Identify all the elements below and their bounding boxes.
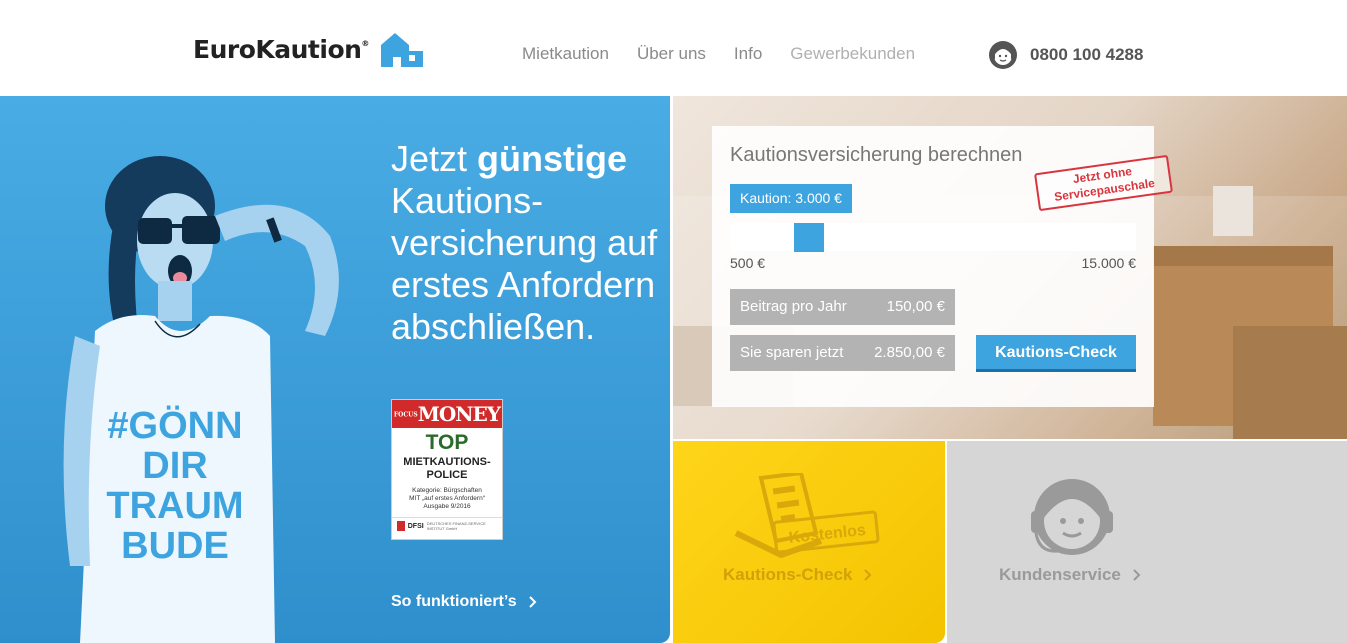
tshirt-line-1: #GÖNN bbox=[107, 404, 242, 447]
nav-gewerbekunden[interactable]: Gewerbekunden bbox=[790, 44, 915, 64]
house-logo-icon bbox=[380, 33, 423, 67]
tshirt-line-3: TRAUM bbox=[106, 485, 243, 527]
savings-label: Sie sparen jetzt bbox=[740, 344, 844, 361]
no-service-fee-stamp: Jetzt ohne Servicepauschale bbox=[1034, 154, 1173, 212]
kautions-check-tile-label: Kautions-Check bbox=[723, 565, 872, 585]
tshirt-line-4: BUDE bbox=[121, 525, 229, 567]
deposit-slider[interactable] bbox=[730, 223, 1136, 252]
dfsi-logo-icon bbox=[397, 521, 405, 531]
savings-value: 2.850,00 € bbox=[874, 344, 945, 361]
badge-top: TOP bbox=[425, 431, 469, 454]
phone-contact[interactable]: 0800 100 4288 bbox=[988, 40, 1143, 70]
kautions-check-tile[interactable]: Kostenlos Kautions-Check bbox=[673, 441, 945, 643]
tshirt-line-2: DIR bbox=[142, 445, 207, 487]
main-nav: Mietkaution Über uns Info Gewerbekunden bbox=[522, 44, 915, 64]
chevron-right-icon bbox=[528, 596, 537, 608]
hero-woman-illustration: #GÖNN DIR TRAUM BUDE bbox=[63, 156, 339, 643]
chevron-right-icon bbox=[1133, 569, 1141, 581]
badge-meta: Kategorie: Bürgschaften MIT „auf erstes A… bbox=[409, 487, 485, 510]
nav-info[interactable]: Info bbox=[734, 44, 762, 64]
badge-header: FOCUSMONEY bbox=[392, 400, 502, 428]
logo-wordmark: EuroKaution® bbox=[193, 34, 369, 64]
focus-money-award-badge: FOCUSMONEY TOP MIETKAUTIONS- POLICE Kateg… bbox=[391, 399, 503, 540]
logo[interactable]: EuroKaution® bbox=[193, 28, 425, 70]
headset-icon bbox=[989, 41, 1017, 69]
badge-policy: MIETKAUTIONS- POLICE bbox=[403, 456, 491, 481]
annual-premium: Beitrag pro Jahr 150,00 € bbox=[730, 289, 955, 325]
badge-footer: DFSI DEUTSCHES FINANZ-SERVICE INSTITUT G… bbox=[392, 517, 502, 531]
free-check-document-icon: Kostenlos bbox=[734, 473, 880, 558]
hero-banner: #GÖNN DIR TRAUM BUDE Jetzt günstige Kaut… bbox=[0, 96, 670, 643]
phone-number[interactable]: 0800 100 4288 bbox=[1030, 45, 1143, 65]
site-header: EuroKaution® Mietkaution Über uns Info G… bbox=[0, 0, 1347, 96]
calculator-title: Kautionsversicherung berechnen bbox=[730, 144, 1023, 166]
customer-service-headset-icon bbox=[1031, 479, 1113, 555]
slider-max-label: 15.000 € bbox=[1081, 255, 1137, 271]
savings: Sie sparen jetzt 2.850,00 € bbox=[730, 335, 955, 371]
deposit-amount-label: Kaution: 3.000 € bbox=[730, 184, 852, 213]
nav-ueber-uns[interactable]: Über uns bbox=[637, 44, 706, 64]
kundenservice-tile-label: Kundenservice bbox=[999, 565, 1141, 585]
kautions-check-button[interactable]: Kautions-Check bbox=[976, 335, 1136, 372]
slider-min-label: 500 € bbox=[730, 255, 766, 271]
kundenservice-tile[interactable]: Kundenservice bbox=[947, 441, 1347, 643]
how-it-works-link[interactable]: So funktioniert’s bbox=[391, 593, 537, 611]
annual-premium-label: Beitrag pro Jahr bbox=[740, 298, 847, 315]
hero-title: Jetzt günstige Kautions-versicherung auf… bbox=[391, 138, 658, 347]
annual-premium-value: 150,00 € bbox=[886, 298, 945, 315]
deposit-calculator: Kautionsversicherung berechnen Jetzt ohn… bbox=[712, 126, 1173, 407]
chevron-right-icon bbox=[864, 569, 872, 581]
nav-mietkaution[interactable]: Mietkaution bbox=[522, 44, 609, 64]
slider-handle[interactable] bbox=[794, 223, 824, 252]
